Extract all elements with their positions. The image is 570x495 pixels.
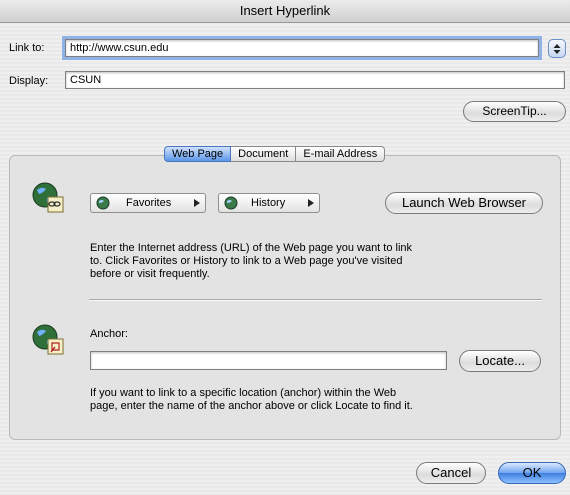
section-divider	[89, 299, 542, 301]
display-input[interactable]: CSUN	[65, 71, 565, 89]
globe-icon	[224, 196, 238, 210]
chevron-right-icon	[308, 199, 314, 207]
screentip-button[interactable]: ScreenTip...	[463, 101, 566, 122]
anchor-input[interactable]	[90, 351, 447, 370]
history-popup-button[interactable]: History	[218, 193, 320, 213]
window-titlebar: Insert Hyperlink	[0, 0, 570, 23]
display-label: Display:	[9, 75, 49, 87]
screentip-button-label: ScreenTip...	[482, 104, 547, 118]
stepper-arrows-icon	[553, 44, 561, 54]
tab-document-label: Document	[238, 148, 289, 160]
anchor-label: Anchor:	[90, 328, 128, 340]
display-value: CSUN	[70, 74, 102, 86]
cancel-button[interactable]: Cancel	[416, 462, 486, 484]
web-page-instructions: Enter the Internet address (URL) of the …	[90, 242, 412, 281]
instruction-line: page, enter the name of the anchor above…	[90, 400, 413, 412]
locate-button-label: Locate...	[475, 353, 525, 368]
favorites-popup-button[interactable]: Favorites	[90, 193, 206, 213]
ok-button-label: OK	[522, 465, 542, 480]
ok-button[interactable]: OK	[498, 462, 566, 484]
chevron-right-icon	[194, 199, 200, 207]
instruction-line: If you want to link to a specific locati…	[90, 387, 397, 399]
instruction-line: Enter the Internet address (URL) of the …	[90, 242, 413, 254]
anchor-link-icon	[30, 322, 66, 358]
window-title: Insert Hyperlink	[239, 3, 331, 18]
cancel-button-label: Cancel	[430, 465, 472, 480]
link-to-value: http://www.csun.edu	[70, 42, 169, 54]
history-label: History	[251, 197, 286, 209]
tab-web-page-label: Web Page	[172, 148, 224, 160]
tab-email-address[interactable]: E-mail Address	[296, 146, 386, 162]
globe-icon	[96, 196, 110, 210]
link-to-stepper[interactable]	[548, 39, 566, 58]
link-to-label: Link to:	[9, 42, 45, 54]
tab-bar: Web Page Document E-mail Address	[164, 146, 386, 162]
tab-document[interactable]: Document	[231, 146, 297, 162]
tab-email-address-label: E-mail Address	[303, 148, 378, 160]
favorites-label: Favorites	[126, 197, 172, 209]
anchor-instructions: If you want to link to a specific locati…	[90, 387, 413, 413]
tab-web-page[interactable]: Web Page	[164, 146, 232, 162]
web-page-link-icon	[30, 180, 66, 216]
instruction-line: to. Click Favorites or History to link t…	[90, 255, 403, 267]
locate-button[interactable]: Locate...	[459, 350, 541, 372]
link-to-input[interactable]: http://www.csun.edu	[62, 36, 542, 60]
instruction-line: before or visit frequently.	[90, 268, 210, 280]
launch-web-browser-button[interactable]: Launch Web Browser	[385, 192, 543, 214]
launch-web-browser-label: Launch Web Browser	[401, 195, 527, 210]
